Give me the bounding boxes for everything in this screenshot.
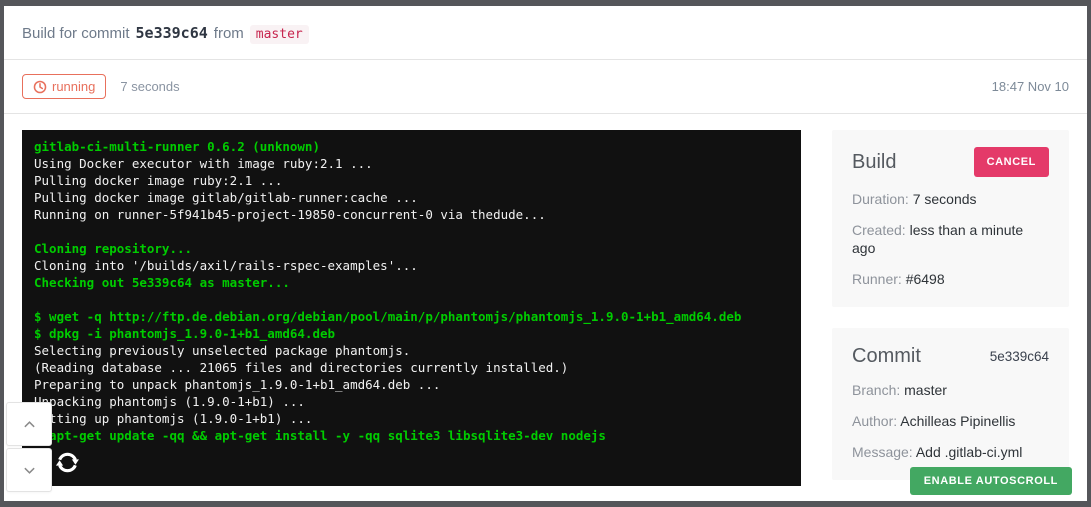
log-line: Selecting previously unselected package … (34, 342, 789, 359)
main-content: gitlab-ci-multi-runner 0.6.2 (unknown)Us… (4, 114, 1087, 499)
log-line: Cloning into '/builds/axil/rails-rspec-e… (34, 257, 789, 274)
page-title: Build for commit 5e339c64 from master (22, 24, 309, 42)
commit-card-sha[interactable]: 5e339c64 (990, 349, 1049, 364)
log-line: Unpacking phantomjs (1.9.0-1+b1) ... (34, 393, 789, 410)
message-value: Add .gitlab-ci.yml (916, 444, 1023, 460)
commit-card-title: Commit (852, 345, 921, 368)
scroll-up-button[interactable] (6, 402, 52, 446)
log-line: Checking out 5e339c64 as master... (34, 274, 789, 291)
branch-value: master (904, 382, 947, 398)
runner-value: #6498 (906, 271, 945, 287)
status-label: running (52, 79, 95, 94)
log-line: (Reading database ... 21065 files and di… (34, 359, 789, 376)
commit-message-row: Message: Add .gitlab-ci.yml (852, 443, 1049, 461)
log-line: Setting up phantomjs (1.9.0-1+b1) ... (34, 410, 789, 427)
message-label: Message: (852, 444, 913, 460)
build-created-row: Created: less than a minute ago (852, 221, 1049, 257)
refresh-icon (55, 450, 789, 479)
commit-info-card: Commit 5e339c64 Branch: master Author: A… (832, 328, 1069, 480)
log-line: Pulling docker image gitlab/gitlab-runne… (34, 189, 789, 206)
author-value: Achilleas Pipinellis (900, 413, 1015, 429)
status-badge[interactable]: running (22, 74, 106, 99)
clock-icon (33, 80, 47, 94)
build-page-window: Build for commit 5e339c64 from master runni… (0, 0, 1091, 507)
sidebar: Build CANCEL Duration: 7 seconds Created… (832, 130, 1069, 480)
branch-label: Branch: (852, 382, 900, 398)
build-info-card: Build CANCEL Duration: 7 seconds Created… (832, 130, 1069, 307)
build-title-bar: Build for commit 5e339c64 from master (4, 6, 1087, 60)
build-runner-row: Runner: #6498 (852, 270, 1049, 288)
duration-text: 7 seconds (120, 79, 179, 94)
commit-branch-row: Branch: master (852, 381, 1049, 399)
chevron-up-icon (23, 420, 36, 429)
log-line: $ dpkg -i phantomjs_1.9.0-1+b1_amd64.deb (34, 325, 789, 342)
title-middle: from (214, 25, 244, 42)
log-line: $ apt-get update -qq && apt-get install … (34, 427, 789, 444)
log-line: Running on runner-5f941b45-project-19850… (34, 206, 789, 223)
title-prefix: Build for commit (22, 25, 130, 42)
terminal-log: gitlab-ci-multi-runner 0.6.2 (unknown)Us… (34, 138, 789, 444)
status-bar: running 7 seconds 18:47 Nov 10 (4, 60, 1087, 114)
build-timestamp: 18:47 Nov 10 (992, 79, 1069, 94)
duration-value: 7 seconds (913, 191, 977, 207)
enable-autoscroll-button[interactable]: ENABLE AUTOSCROLL (910, 467, 1072, 495)
log-line: Using Docker executor with image ruby:2.… (34, 155, 789, 172)
scroll-down-button[interactable] (6, 448, 52, 492)
log-line: gitlab-ci-multi-runner 0.6.2 (unknown) (34, 138, 789, 155)
commit-author-row: Author: Achilleas Pipinellis (852, 412, 1049, 430)
cancel-button[interactable]: CANCEL (974, 147, 1049, 177)
log-line: Cloning repository... (34, 240, 789, 257)
created-label: Created: (852, 222, 906, 238)
build-duration-row: Duration: 7 seconds (852, 190, 1049, 208)
build-trace-terminal[interactable]: gitlab-ci-multi-runner 0.6.2 (unknown)Us… (22, 130, 801, 486)
log-line: $ wget -q http://ftp.de.debian.org/debia… (34, 308, 789, 325)
author-label: Author: (852, 413, 897, 429)
runner-label: Runner: (852, 271, 902, 287)
commit-sha: 5e339c64 (136, 24, 208, 42)
log-line: Preparing to unpack phantomjs_1.9.0-1+b1… (34, 376, 789, 393)
build-card-title: Build (852, 151, 896, 174)
chevron-down-icon (23, 466, 36, 475)
log-line (34, 291, 789, 308)
log-line: Pulling docker image ruby:2.1 ... (34, 172, 789, 189)
log-line (34, 223, 789, 240)
duration-label: Duration: (852, 191, 909, 207)
branch-badge[interactable]: master (250, 25, 309, 44)
